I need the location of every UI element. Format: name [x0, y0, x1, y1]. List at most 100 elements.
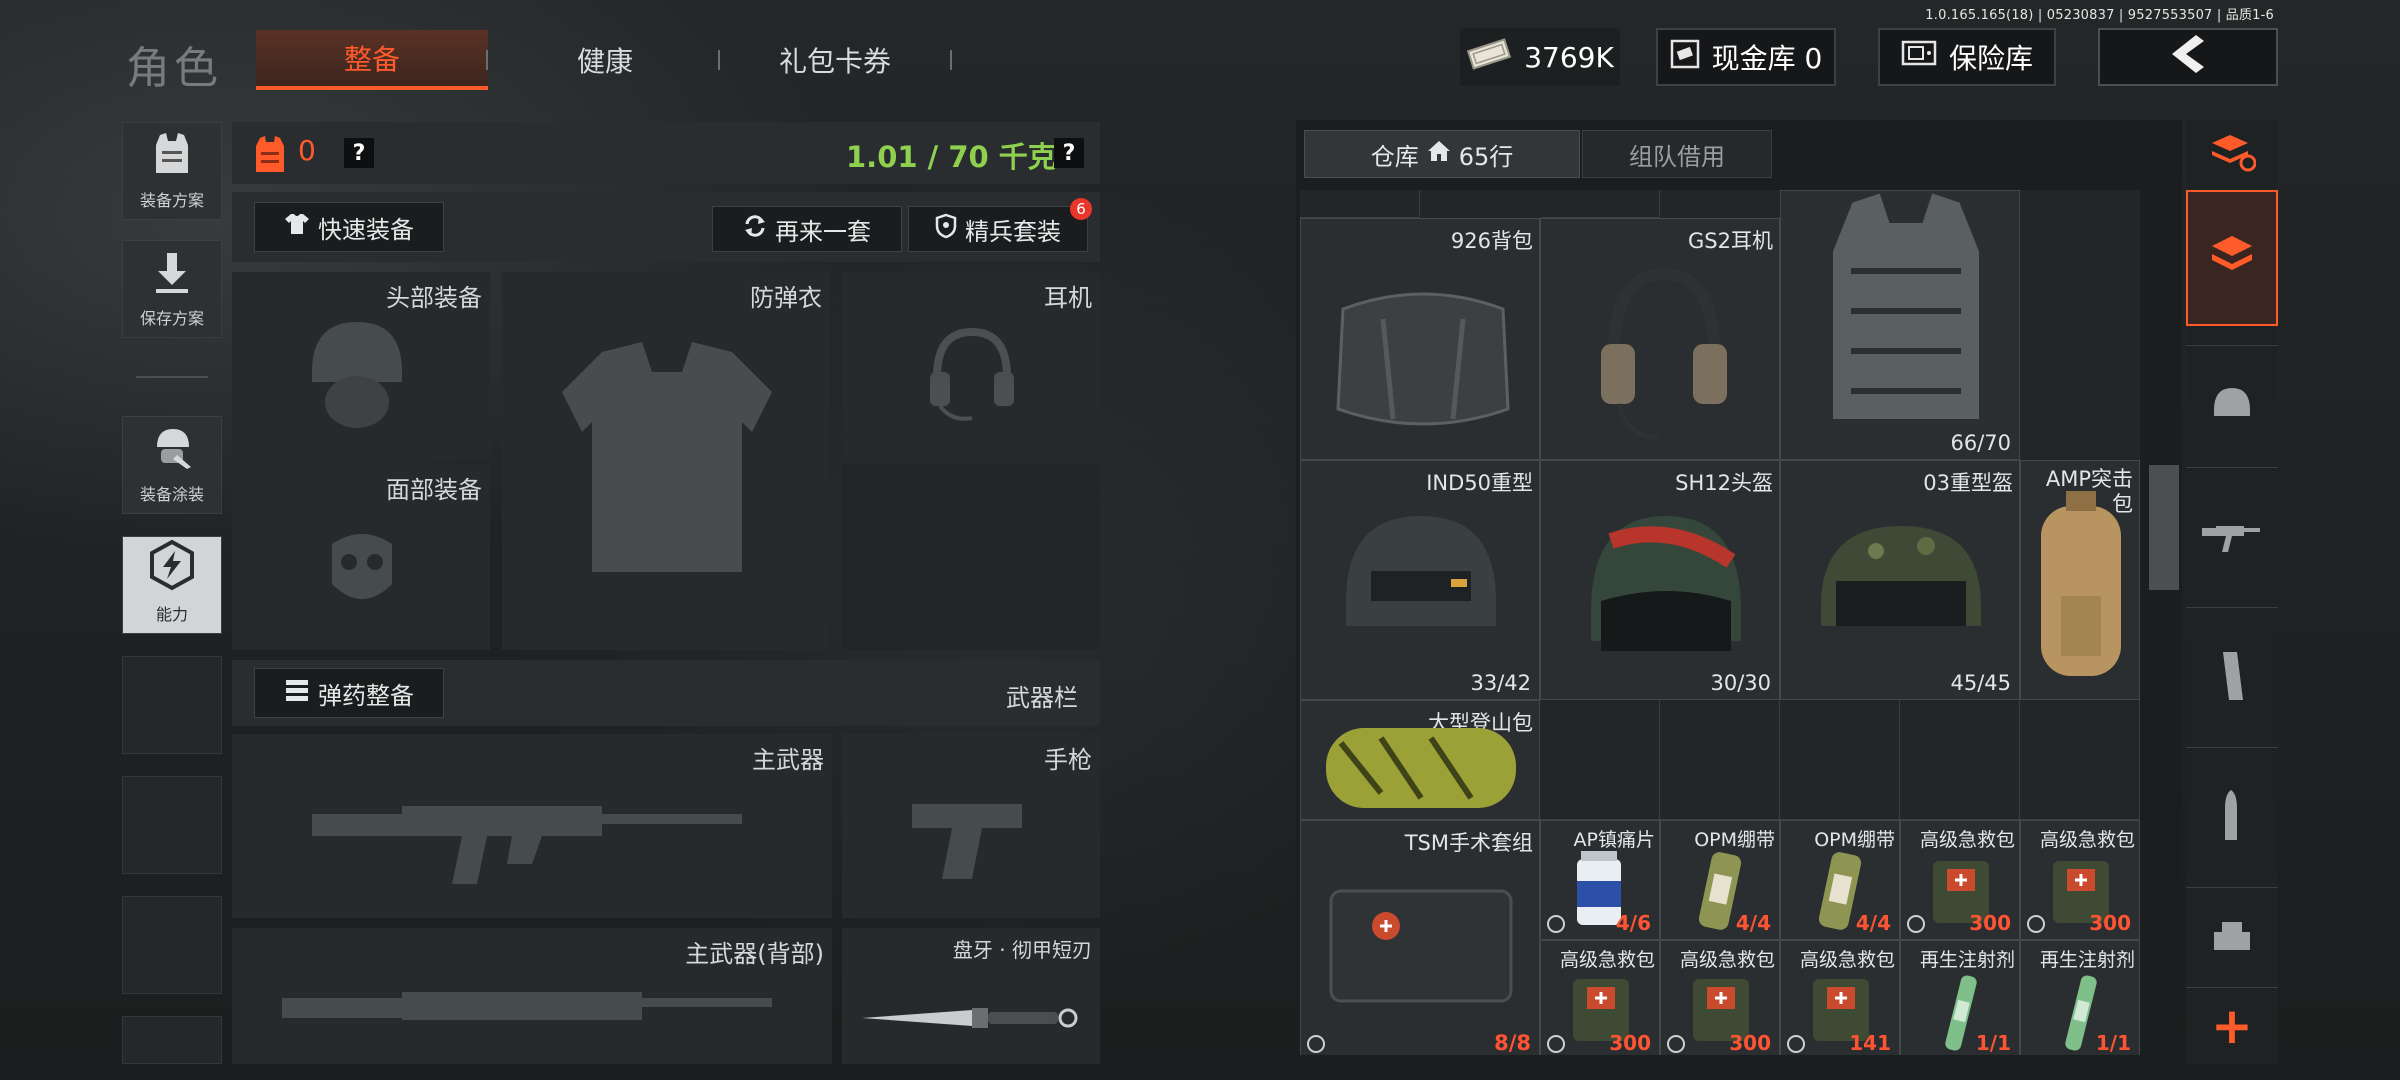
slot-headset[interactable]: 耳机: [842, 272, 1100, 458]
item-advanced-first-aid-kit[interactable]: 高级急救包 300: [1660, 940, 1780, 1055]
slot-primary-weapon[interactable]: 主武器: [232, 734, 832, 918]
item-large-mountain-pack[interactable]: 大型登山包: [1300, 700, 1540, 820]
bag-icon: [1321, 713, 1521, 817]
weapon-bar: 弹药整备 武器栏: [232, 660, 1100, 726]
ammo-list-icon: [284, 678, 310, 708]
slot-empty: [842, 464, 1100, 650]
item-count: 300: [2089, 911, 2131, 935]
rail-sort-button[interactable]: [2186, 120, 2278, 190]
item-name: TSM手术套组: [1404, 831, 1533, 855]
item-regeneration-injector[interactable]: 再生注射剂 1/1: [1900, 940, 2020, 1055]
item-name: OPM绷带: [1814, 829, 1895, 851]
tab-warehouse[interactable]: 仓库 65行: [1304, 130, 1580, 178]
sidebar-ability[interactable]: 能力: [122, 536, 222, 634]
item-count: 1/1: [2095, 1031, 2131, 1055]
item-durability: 33/42: [1470, 671, 1531, 695]
item-ind50-heavy-helmet[interactable]: IND50重型 33/42: [1300, 460, 1540, 700]
slot-head-gear[interactable]: 头部装备: [232, 272, 490, 458]
tab-team-borrow[interactable]: 组队借用: [1582, 130, 1772, 178]
item-tsm-surgical-kit[interactable]: TSM手术套组 8/8: [1300, 820, 1540, 1055]
slot-label: 手枪: [1044, 746, 1092, 774]
item-ap-painkiller[interactable]: AP镇痛片 4/6: [1540, 820, 1660, 940]
item-03-heavy-helmet[interactable]: 03重型盔 45/45: [1780, 460, 2020, 700]
elite-set-button[interactable]: 精兵套装: [908, 206, 1088, 252]
back-button[interactable]: [2098, 28, 2278, 86]
rail-add-button[interactable]: +: [2186, 987, 2278, 1064]
weight-help-button[interactable]: ?: [1054, 138, 1084, 168]
quick-equip-button[interactable]: 快速装备: [254, 202, 444, 252]
helmet-soldier-icon: [149, 425, 195, 475]
lock-icon: [1787, 1035, 1805, 1053]
storage-scrollbar[interactable]: [2149, 465, 2179, 590]
item-body-armor[interactable]: 66/70: [1780, 190, 2020, 460]
item-sh12-helmet[interactable]: SH12头盔 30/30: [1540, 460, 1780, 700]
bag-icon: [2031, 486, 2131, 690]
cash-vault-button[interactable]: 现金库 0: [1656, 28, 1836, 86]
item-regeneration-injector[interactable]: 再生注射剂 1/1: [2020, 940, 2140, 1055]
item-name: AP镇痛片: [1573, 829, 1655, 851]
download-icon: [152, 251, 192, 299]
slot-face-gear[interactable]: 面部装备: [232, 464, 490, 650]
helmet-silhouette-icon: [302, 312, 412, 436]
slot-label: 盘牙 · 彻甲短刃: [952, 938, 1092, 962]
sidebar-empty-slot: [122, 776, 222, 874]
headset-icon: [1589, 259, 1739, 453]
item-advanced-first-aid-kit[interactable]: 高级急救包 300: [2020, 820, 2140, 940]
item-amp-assault-pack[interactable]: AMP突击 包: [2020, 460, 2140, 700]
rail-helmets[interactable]: [2186, 345, 2278, 465]
back-arrow-icon: [2168, 33, 2208, 82]
helmet-icon: [1806, 511, 1996, 665]
tab-divider: [486, 50, 488, 70]
item-926-backpack[interactable]: 926背包: [1300, 218, 1540, 460]
ammo-loadout-button[interactable]: 弹药整备: [254, 668, 444, 718]
home-icon: [1427, 140, 1451, 168]
refresh-icon: [743, 214, 767, 244]
tab-gift-coupons[interactable]: 礼包卡券: [720, 30, 950, 90]
slot-primary-weapon-back[interactable]: 主武器(背部): [232, 928, 832, 1064]
rail-magazines[interactable]: [2186, 607, 2278, 747]
safe-box-button[interactable]: 保险库: [1878, 28, 2056, 86]
item-opm-bandage[interactable]: OPM绷带 4/4: [1780, 820, 1900, 940]
grid-cell: [1900, 700, 2020, 820]
vest-icon: [150, 131, 194, 181]
item-advanced-first-aid-kit[interactable]: 高级急救包 300: [1900, 820, 2020, 940]
slot-melee[interactable]: 盘牙 · 彻甲短刃: [842, 928, 1100, 1064]
item-durability: 30/30: [1710, 671, 1771, 695]
pistol-silhouette-icon: [912, 794, 1032, 888]
cash-vault-icon: [1670, 39, 1700, 76]
rail-rifles[interactable]: [2186, 467, 2278, 607]
sidebar-equipment-skin[interactable]: 装备涂装: [122, 416, 222, 514]
rail-ammo[interactable]: [2186, 747, 2278, 887]
slot-label: 耳机: [1044, 284, 1092, 312]
helmet-icon: [2210, 384, 2254, 428]
lock-icon: [1907, 915, 1925, 933]
grid-cell: [1540, 700, 1660, 820]
item-name: 926背包: [1450, 229, 1533, 253]
item-count: 1/1: [1975, 1031, 2011, 1055]
item-advanced-first-aid-kit[interactable]: 高级急救包 300: [1540, 940, 1660, 1055]
bullet-icon: [2217, 788, 2247, 848]
rail-attachments[interactable]: [2186, 887, 2278, 987]
lock-icon: [1547, 1035, 1565, 1053]
tab-loadout[interactable]: 整备: [256, 30, 488, 90]
rifle-silhouette-icon: [312, 784, 752, 898]
lock-icon: [2027, 915, 2045, 933]
rail-all-items[interactable]: [2186, 190, 2278, 326]
sidebar-loadout-plans[interactable]: 装备方案: [122, 122, 222, 220]
sidebar-empty-slot: [122, 656, 222, 754]
tab-health[interactable]: 健康: [490, 30, 720, 90]
item-advanced-first-aid-kit[interactable]: 高级急救包 141: [1780, 940, 1900, 1055]
item-opm-bandage[interactable]: OPM绷带 4/4: [1660, 820, 1780, 940]
sidebar-item-label: 保存方案: [139, 309, 204, 328]
armor-help-button[interactable]: ?: [344, 138, 374, 168]
shirt-icon: [284, 212, 310, 242]
rifle-icon: [2202, 518, 2262, 558]
item-gs2-headset[interactable]: GS2耳机: [1540, 218, 1780, 460]
reroll-set-label: 再来一套: [775, 217, 871, 246]
sidebar-empty-slot: [122, 1016, 222, 1064]
slot-body-armor[interactable]: 防弹衣: [502, 272, 830, 650]
reroll-set-button[interactable]: 再来一套: [712, 206, 902, 252]
slot-pistol[interactable]: 手枪: [842, 734, 1100, 918]
item-name: 再生注射剂: [2039, 949, 2135, 971]
sidebar-save-plan[interactable]: 保存方案: [122, 240, 222, 338]
